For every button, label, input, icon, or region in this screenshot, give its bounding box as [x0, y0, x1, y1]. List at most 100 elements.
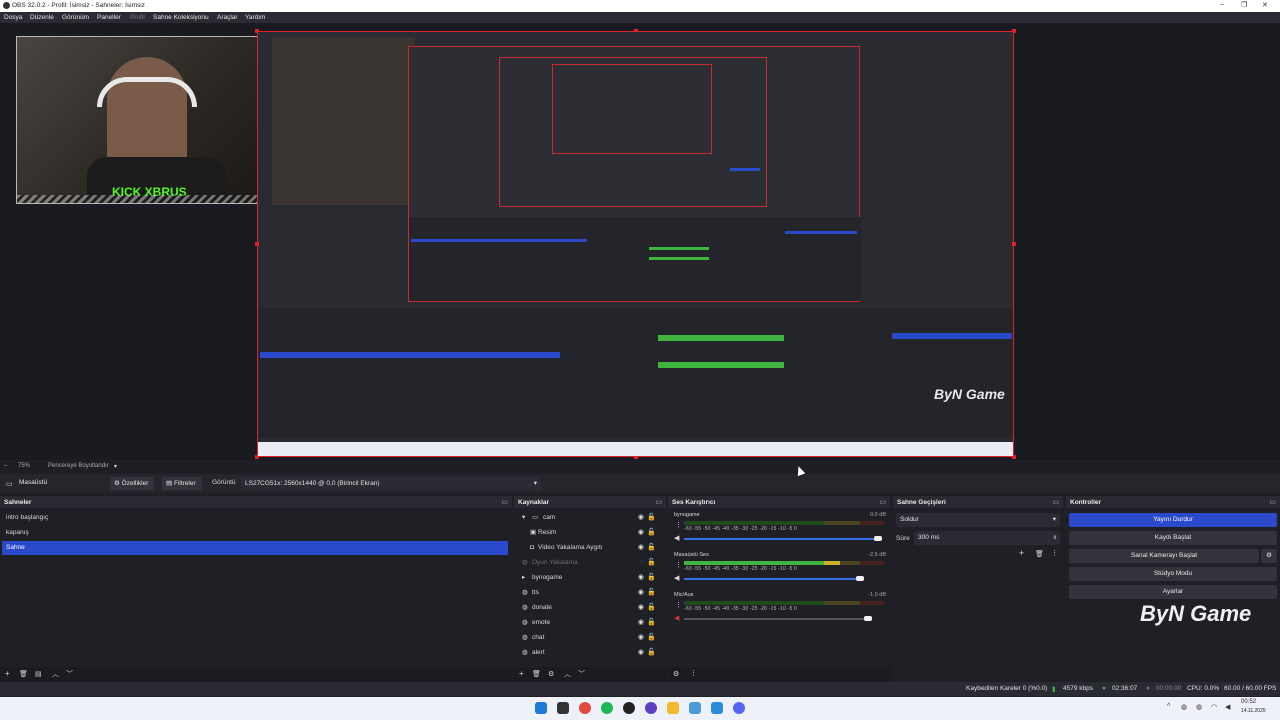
lock-icon[interactable]: 🔓: [647, 526, 656, 540]
lock-icon[interactable]: 🔓: [647, 586, 656, 600]
dock-menu-icon[interactable]: ▭: [1052, 498, 1059, 506]
app-icon[interactable]: [689, 702, 701, 714]
source-item[interactable]: ◍ donate ◉ 🔓: [518, 601, 658, 615]
zoom-minus-icon[interactable]: –: [4, 463, 7, 469]
app-icon[interactable]: [645, 702, 657, 714]
virtual-camera-settings-button[interactable]: ⚙: [1261, 549, 1277, 563]
webcam-source[interactable]: KICK XBRUS: [16, 36, 272, 204]
source-item[interactable]: ◍ tts ◉ 🔓: [518, 586, 658, 600]
trash-icon[interactable]: 🗑: [1035, 550, 1044, 558]
dock-menu-icon[interactable]: ▭: [655, 498, 662, 506]
start-virtual-camera-button[interactable]: Sanal Kamerayı Başlat: [1069, 549, 1259, 563]
dock-menu-icon[interactable]: ▭: [501, 498, 508, 506]
eye-icon[interactable]: ◉: [638, 616, 644, 630]
source-item[interactable]: ▣ Resim ◉ 🔓: [518, 526, 658, 540]
volume-slider-knob[interactable]: [874, 536, 882, 541]
menu-scene-collection[interactable]: Sahne Koleksiyonu: [153, 14, 209, 21]
lock-icon[interactable]: 🔓: [647, 631, 656, 645]
filter-icon[interactable]: ▤: [35, 670, 42, 678]
filters-button[interactable]: ▤ Filtreler: [162, 477, 202, 490]
eye-icon[interactable]: ◉: [638, 541, 644, 555]
lock-icon[interactable]: 🔓: [647, 556, 656, 570]
resize-handle[interactable]: [255, 242, 259, 246]
display-select[interactable]: LS27CG51x: 2560x1440 @ 0,0 (Birincil Ekr…: [241, 477, 541, 490]
lock-icon[interactable]: 🔓: [647, 616, 656, 630]
menu-profile[interactable]: Profil: [130, 14, 145, 21]
move-down-icon[interactable]: ﹀: [66, 669, 73, 679]
resize-handle[interactable]: [1012, 242, 1016, 246]
file-explorer-icon[interactable]: [667, 702, 679, 714]
menu-tools[interactable]: Araçlar: [217, 14, 238, 21]
trash-icon[interactable]: 🗑: [532, 670, 541, 678]
volume-slider[interactable]: [684, 538, 878, 540]
desktop-capture-source[interactable]: ByN Game: [255, 29, 1016, 459]
scene-item-selected[interactable]: Sahne: [2, 541, 508, 555]
studio-mode-button[interactable]: Stüdyo Modu: [1069, 567, 1277, 581]
task-view-icon[interactable]: [557, 702, 569, 714]
eye-slash-icon[interactable]: ◌: [640, 556, 644, 570]
speaker-icon[interactable]: ◀: [1225, 703, 1230, 711]
more-vertical-icon[interactable]: ⋮: [1051, 549, 1058, 557]
menu-view[interactable]: Görünüm: [62, 14, 89, 21]
menu-docks[interactable]: Paneller: [97, 14, 121, 21]
start-recording-button[interactable]: Kaydı Başlat: [1069, 531, 1277, 545]
speaker-icon[interactable]: ◀: [674, 534, 679, 542]
transition-select[interactable]: Soldur ▾: [896, 513, 1060, 527]
minimize-button[interactable]: –: [1220, 1, 1224, 8]
clock-date[interactable]: 14.11.2025: [1241, 708, 1266, 714]
trash-icon[interactable]: 🗑: [19, 670, 28, 678]
wifi-icon[interactable]: ◠: [1211, 703, 1217, 711]
menu-file[interactable]: Dosya: [4, 14, 22, 21]
discord-icon[interactable]: [733, 702, 745, 714]
source-item[interactable]: ◍ emote ◉ 🔓: [518, 616, 658, 630]
source-item[interactable]: ◍ alert ◉ 🔓: [518, 646, 658, 660]
more-vertical-icon[interactable]: ⋮: [675, 601, 682, 609]
lock-icon[interactable]: 🔓: [647, 601, 656, 615]
gear-icon[interactable]: ⚙: [548, 670, 554, 678]
eye-icon[interactable]: ◉: [638, 601, 644, 615]
add-icon[interactable]: +: [519, 669, 524, 678]
volume-slider-knob[interactable]: [856, 576, 864, 581]
eye-icon[interactable]: ◉: [638, 631, 644, 645]
start-icon[interactable]: [535, 702, 547, 714]
eye-icon[interactable]: ◉: [638, 526, 644, 540]
source-item-hidden[interactable]: ◍ Oyun Yakalama ◌ 🔓: [518, 556, 658, 570]
scene-item[interactable]: kapanış: [2, 526, 508, 540]
move-down-icon[interactable]: ﹀: [578, 669, 585, 679]
chevron-down-icon[interactable]: ▾: [522, 511, 525, 525]
lock-icon[interactable]: 🔓: [647, 646, 656, 660]
zoom-mode[interactable]: Pencereye Boyutlandır: [48, 463, 109, 469]
speaker-icon[interactable]: ◀: [674, 574, 679, 582]
clock-time[interactable]: 00:52: [1241, 699, 1256, 705]
tray-app-icon[interactable]: ◍: [1181, 703, 1187, 711]
volume-slider[interactable]: [684, 578, 860, 580]
maximize-button[interactable]: ❐: [1241, 1, 1247, 9]
more-vertical-icon[interactable]: ⋮: [675, 521, 682, 529]
gear-icon[interactable]: ⚙: [673, 670, 679, 678]
add-icon[interactable]: +: [5, 669, 10, 678]
eye-icon[interactable]: ◉: [638, 511, 644, 525]
eye-icon[interactable]: ◉: [638, 646, 644, 660]
source-item[interactable]: ▸ bynogame ◉ 🔓: [518, 571, 658, 585]
source-item[interactable]: ◘ Video Yakalama Aygıtı ◉ 🔓: [518, 541, 658, 555]
move-up-icon[interactable]: ︿: [52, 669, 59, 679]
stop-streaming-button[interactable]: Yayını Durdur: [1069, 513, 1277, 527]
menu-edit[interactable]: Düzenle: [30, 14, 54, 21]
chrome-icon[interactable]: [579, 702, 591, 714]
speaker-muted-icon[interactable]: ◀: [674, 614, 679, 622]
chevron-down-icon[interactable]: ▾: [114, 463, 117, 470]
chevron-up-icon[interactable]: ^: [1167, 703, 1170, 710]
dock-menu-icon[interactable]: ▭: [1269, 498, 1276, 506]
move-up-icon[interactable]: ︿: [564, 669, 571, 679]
spinner-icon[interactable]: ⇕: [1053, 531, 1057, 545]
more-vertical-icon[interactable]: ⋮: [690, 669, 697, 677]
close-button[interactable]: ✕: [1262, 1, 1268, 9]
chevron-right-icon[interactable]: ▸: [522, 571, 525, 585]
duration-input[interactable]: 300 ms ⇕: [914, 531, 1060, 545]
more-vertical-icon[interactable]: ⋮: [675, 561, 682, 569]
properties-button[interactable]: ⚙ Özellikler: [110, 477, 154, 490]
volume-slider[interactable]: [684, 618, 868, 620]
scene-item[interactable]: intro başlangıç: [2, 511, 508, 525]
source-item[interactable]: ▾ ▭ cam ◉ 🔓: [518, 511, 658, 525]
settings-button[interactable]: Ayarlar: [1069, 585, 1277, 599]
